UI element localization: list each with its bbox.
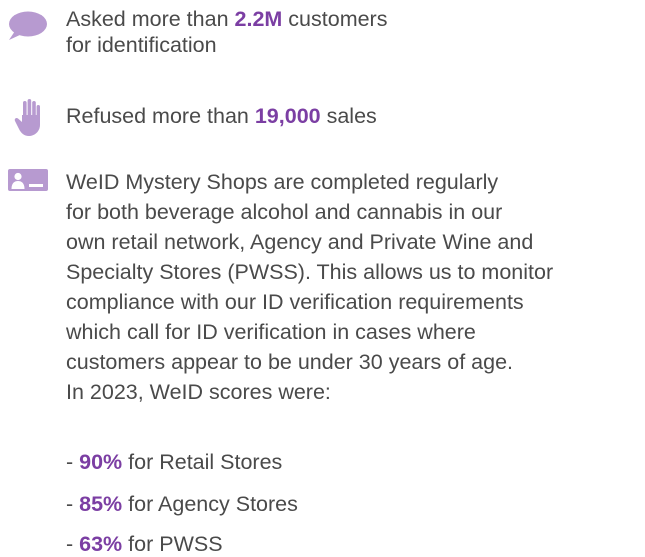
speech-bubble-icon — [6, 10, 48, 49]
stat-highlight: 2.2M — [234, 7, 283, 31]
paragraph-line: In 2023, WeID scores were: — [66, 380, 331, 404]
stat-text-identification: Asked more than 2.2M customers for ident… — [66, 7, 388, 57]
paragraph-line: which call for ID verification in cases … — [66, 320, 476, 344]
paragraph-line: Specialty Stores (PWSS). This allows us … — [66, 260, 554, 284]
score-value: 63% — [79, 532, 123, 556]
weid-paragraph: WeID Mystery Shops are completed regular… — [66, 167, 641, 407]
paragraph-line: own retail network, Agency and Private W… — [66, 230, 534, 254]
score-value: 90% — [79, 450, 123, 474]
stat-text-refused-sales: Refused more than 19,000 sales — [66, 104, 377, 128]
paragraph-line: customers appear to be under 30 years of… — [66, 350, 513, 374]
score-value: 85% — [79, 492, 123, 516]
stat-highlight: 19,000 — [254, 104, 321, 128]
paragraph-line: for both beverage alcohol and cannabis i… — [66, 200, 503, 224]
score-retail-stores: - 90% for Retail Stores — [66, 450, 283, 474]
score-pwss: - 63% for PWSS — [66, 532, 223, 556]
score-agency-stores: - 85% for Agency Stores — [66, 492, 298, 516]
paragraph-line: WeID Mystery Shops are completed regular… — [66, 170, 499, 194]
paragraph-line: compliance with our ID verification requ… — [66, 290, 524, 314]
raised-hand-icon — [14, 99, 44, 142]
id-card-icon — [8, 169, 48, 196]
